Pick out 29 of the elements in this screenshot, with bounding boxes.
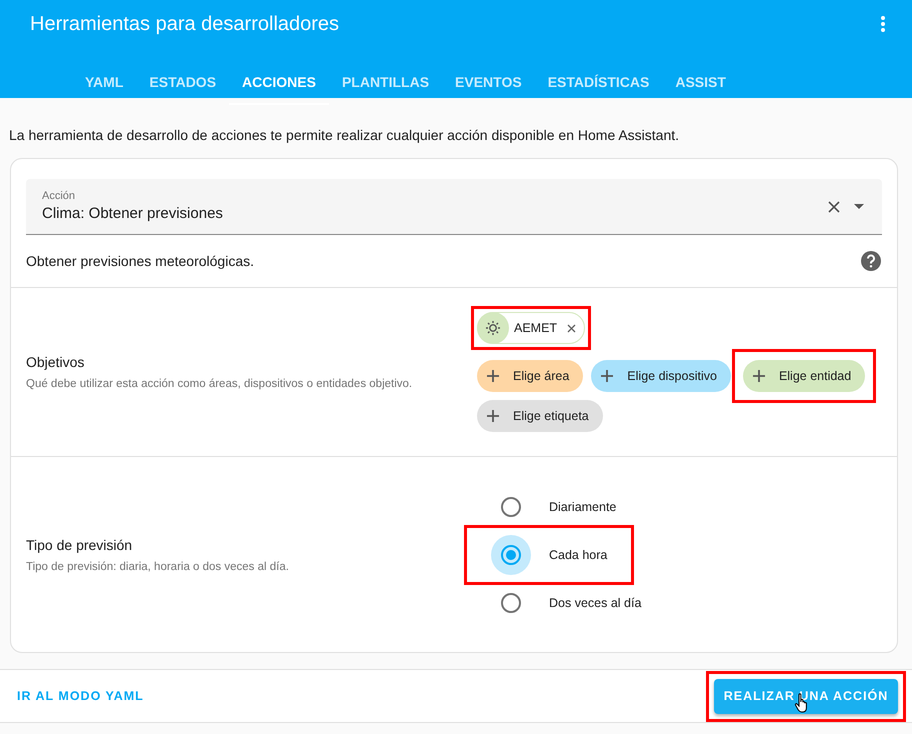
radio-button[interactable]	[501, 497, 521, 517]
clear-icon[interactable]	[828, 200, 840, 212]
radio-button[interactable]	[501, 593, 521, 613]
target-chip[interactable]: AEMET	[477, 312, 586, 344]
picker-chip[interactable]: Elige dispositivo	[591, 360, 731, 392]
picker-chip[interactable]: Elige etiqueta	[477, 400, 603, 432]
radio-label[interactable]: Diariamente	[549, 500, 616, 514]
radio-button[interactable]	[491, 535, 531, 575]
picker-chip[interactable]: Elige entidad	[742, 360, 866, 392]
intro-text: La herramienta de desarrollo de acciones te permite realizar cualquier acción disponible en Home Assistant.	[9, 127, 680, 145]
radio-label[interactable]: Cada hora	[549, 548, 608, 562]
plus-icon	[487, 370, 499, 382]
plus-icon	[487, 410, 499, 422]
radio-label[interactable]: Dos veces al día	[549, 596, 642, 610]
help-icon[interactable]	[861, 251, 881, 271]
section-description: Qué debe utilizar esta acción como áreas, dispositivos o entidades objetivo.	[26, 378, 414, 390]
section-description: Tipo de previsión: diaria, horaria o dos veces al día.	[26, 561, 290, 573]
dropdown-caret-icon[interactable]	[854, 204, 864, 209]
plus-icon	[752, 370, 765, 382]
plus-icon	[601, 370, 614, 382]
action-select-field[interactable]: Acción Clima: Obtener previsiones	[26, 179, 882, 235]
weather-icon	[485, 320, 501, 336]
picker-chip[interactable]: Elige área	[477, 360, 584, 392]
section-title: Tipo de previsión	[26, 537, 134, 553]
more-options-icon[interactable]	[880, 15, 886, 33]
remove-icon[interactable]	[567, 324, 576, 332]
section-title: Objetivos	[26, 354, 86, 370]
action-description: Obtener previsiones meteorológicas.	[26, 253, 254, 269]
page-title: Herramientas para desarrolladores	[30, 12, 340, 36]
